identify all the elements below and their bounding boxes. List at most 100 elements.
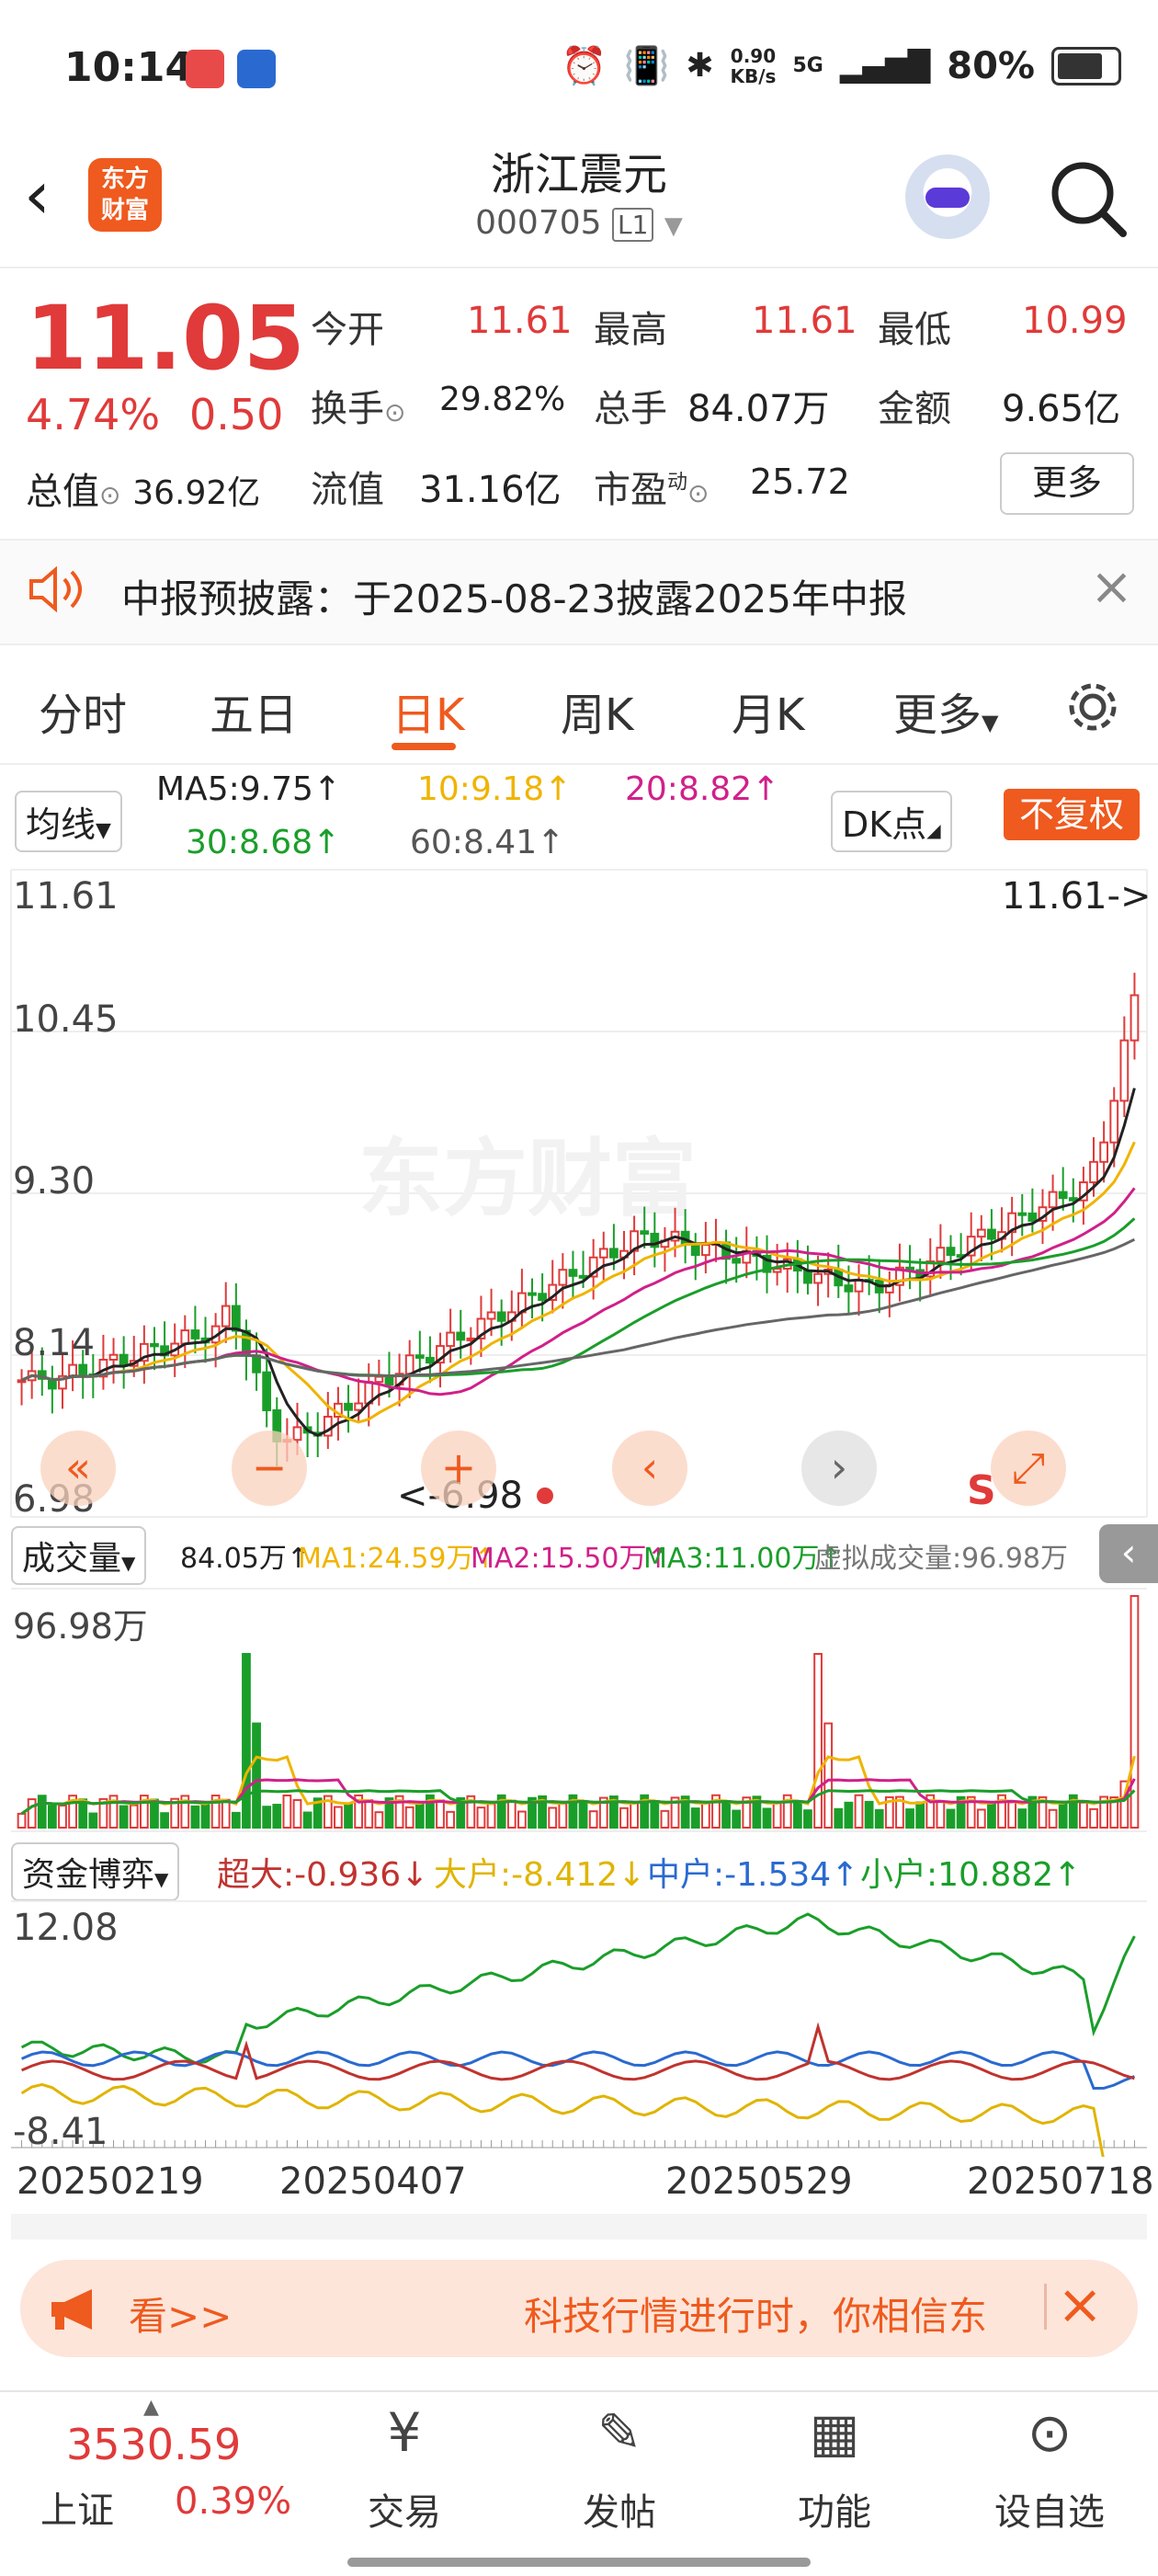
more-button[interactable]: 更多 [1000,452,1134,515]
open-label: 今开 [311,309,384,351]
y-label-2: 10.45 [13,998,119,1041]
turnover-label: 换手⊙ [311,388,406,430]
collapse-panel-button[interactable]: ‹ [1099,1524,1158,1583]
ma-selector[interactable]: 均线▼ [15,791,122,852]
volume-bar [690,1807,700,1829]
candle-body [446,1331,456,1348]
scroll-left-button[interactable]: ‹ [612,1430,687,1506]
bluetooth-icon: ✱ [686,47,714,85]
volume-bar [762,1807,772,1829]
candle-body [374,1375,384,1384]
tab-more[interactable]: 更多▼ [893,678,998,743]
adjust-toggle[interactable]: 不复权 [1004,789,1140,840]
volume-indicator-bar: 成交量▼ 84.05万↑ MA1:24.59万↑ MA2:15.50万↑ MA3… [0,1521,1158,1587]
candle-body [528,1292,537,1296]
settings-gear-icon[interactable] [1064,678,1121,735]
volume-bar [446,1810,456,1829]
volume-bar [272,1804,282,1829]
candle-body [426,1356,435,1364]
chevron-down-icon: ▼ [664,212,683,240]
fund-super: 超大:-0.936↓ [217,1856,429,1894]
scroll-right-button[interactable]: › [801,1430,877,1506]
search-icon[interactable] [1048,158,1127,237]
candle-body [384,1375,394,1386]
current-point-dot [537,1487,553,1504]
volume-bar [874,1808,884,1829]
volume-ma2: MA2:15.50万↑ [471,1543,670,1575]
volume-bar [506,1799,517,1829]
index-name[interactable]: 上证 [40,2480,114,2534]
nav-post[interactable]: 发帖 [546,2482,693,2536]
notice-text: 中报预披露：于2025-08-23披露2025年中报 [121,576,907,621]
volume-bar [834,1807,844,1829]
zoom-out-button[interactable]: − [232,1430,307,1506]
candle-body [568,1269,578,1277]
candle-body [1099,1141,1109,1163]
candle-body [190,1329,200,1339]
dk-point-selector[interactable]: DK点◢ [831,791,952,852]
amount-value: 9.65亿 [1002,388,1121,430]
volume-selector[interactable]: 成交量▼ [11,1526,147,1585]
fund-mid: 中户:-1.534↑ [647,1856,859,1894]
fund-small: 小户:10.882↑ [860,1856,1082,1894]
candle-body [608,1248,619,1259]
candle-body [262,1371,272,1411]
date-label-3: 20250529 [665,2160,853,2203]
candle-body [1089,1160,1098,1184]
tab-daily-k[interactable]: 日K [392,678,464,743]
tab-monthly-k[interactable]: 月K [732,678,804,743]
volume-value: 84.07万 [687,388,830,430]
volume-bar [58,1804,67,1829]
trade-icon[interactable]: ¥ [331,2401,478,2464]
volume-bar [404,1806,414,1829]
caret-up-icon: ▲ [143,2396,159,2419]
volume-bar [129,1804,139,1829]
nav-functions[interactable]: 功能 [761,2482,908,2536]
zoom-in-button[interactable]: + [421,1430,496,1506]
status-time: 10:14 [64,44,194,91]
volume-bar [47,1805,57,1829]
volume-ma1: MA1:24.59万↑ [298,1543,497,1575]
candle-body [558,1269,568,1286]
ma5-value: MA5:9.75↑ [156,770,342,808]
candle-body [180,1329,190,1345]
close-icon[interactable]: × [1090,557,1133,617]
candle-body [1109,1100,1119,1144]
status-right: ⏰ 📳 ✱ 0.90 KB/s 5G ▂▄▆█ 80% [562,44,1121,87]
index-change[interactable]: 0.39% [175,2480,291,2523]
banner-link[interactable]: 看>> [129,2285,232,2342]
functions-icon[interactable]: ▦ [761,2401,908,2464]
volume-bar [374,1811,384,1829]
total-value: 总值⊙ 36.92亿 [26,471,261,513]
volume-bar [558,1802,568,1829]
volume-bar [1089,1807,1098,1829]
tab-weekly-k[interactable]: 周K [561,678,633,743]
candle-body [414,1354,425,1359]
candle-body [404,1354,414,1375]
scroll-track[interactable] [11,2214,1147,2240]
candle-body [78,1363,88,1375]
scroll-left-fast-button[interactable]: « [40,1430,116,1506]
post-icon[interactable]: ✎ [546,2401,693,2464]
megaphone-icon [51,2289,92,2330]
add-watchlist-icon[interactable]: ⊙ [976,2401,1123,2464]
index-value[interactable]: 3530.59 [66,2420,241,2469]
tab-intraday[interactable]: 分时 [39,678,127,743]
nav-trade[interactable]: 交易 [331,2482,478,2536]
fund-selector[interactable]: 资金博弈▼ [11,1842,180,1901]
nav-add-watchlist[interactable]: 设自选 [976,2482,1123,2536]
robot-assistant-avatar[interactable] [905,154,990,239]
fund-mid-line [21,2050,1135,2091]
banner-close-icon[interactable]: × [1057,2273,1103,2337]
low-value: 10.99 [1022,300,1128,342]
float-value-label: 流值 [311,469,384,511]
kline-chart[interactable]: 东方财富 [0,868,1158,1521]
tab-five-day[interactable]: 五日 [210,678,298,743]
candle-body [1027,1212,1038,1222]
candle-body [813,1272,823,1284]
volume-bar [936,1801,946,1829]
fund-min-label: -8.41 [13,2111,108,2153]
fullscreen-icon[interactable]: ⤢ [991,1430,1066,1506]
volume-current: 84.05万↑ [180,1543,311,1575]
volume-bar [732,1809,742,1829]
